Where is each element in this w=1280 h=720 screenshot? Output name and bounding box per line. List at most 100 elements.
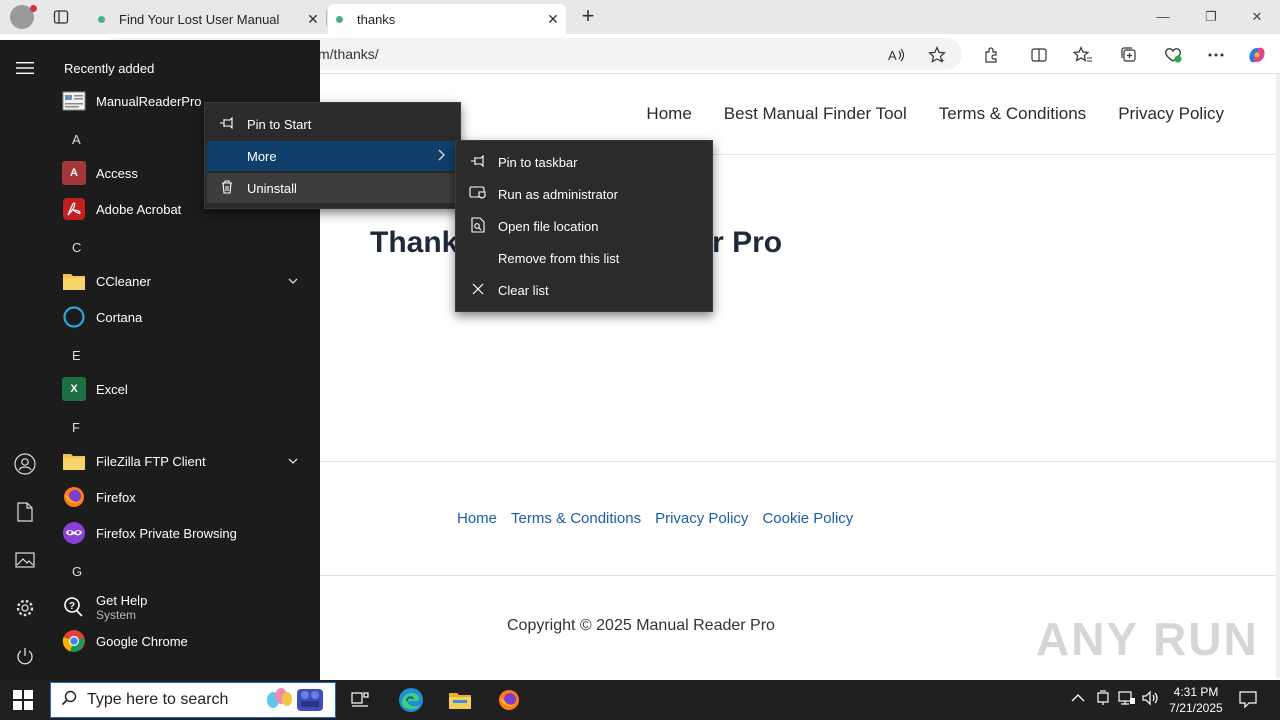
browser-essentials-icon[interactable] xyxy=(1162,44,1184,66)
site-nav-manual-finder[interactable]: Best Manual Finder Tool xyxy=(724,104,907,124)
tab-favicon-icon xyxy=(336,15,343,23)
notification-center-icon[interactable] xyxy=(1238,689,1258,712)
tab-thanks[interactable]: thanks ✕ xyxy=(328,4,566,34)
app-google-chrome[interactable]: Google Chrome xyxy=(62,625,312,657)
close-window-button[interactable]: ✕ xyxy=(1234,6,1280,28)
chevron-right-icon xyxy=(438,148,446,164)
windows-start-icon[interactable] xyxy=(13,690,33,710)
app-get-help[interactable]: ? Get Help System xyxy=(62,587,312,627)
read-aloud-icon[interactable]: A xyxy=(886,44,908,66)
app-ccleaner[interactable]: CCleaner xyxy=(62,265,312,297)
file-explorer-icon[interactable] xyxy=(446,686,474,714)
address-url[interactable]: m/thanks/ xyxy=(318,46,379,62)
copilot-icon[interactable] xyxy=(1246,44,1268,66)
favorites-icon[interactable] xyxy=(1072,44,1094,66)
profile-notification-dot xyxy=(30,5,37,12)
menu-item-run-as-admin[interactable]: Run as administrator xyxy=(458,179,710,209)
letter-header-c[interactable]: C xyxy=(72,240,81,255)
page-heading-left: Thank xyxy=(370,226,459,259)
menu-item-label: Clear list xyxy=(498,282,549,298)
footer-links: Home Terms & Conditions Privacy Policy C… xyxy=(457,510,853,527)
pictures-icon[interactable] xyxy=(12,547,38,573)
volume-icon[interactable] xyxy=(1142,690,1160,709)
firefox-taskbar-icon[interactable] xyxy=(495,686,523,714)
task-view-icon[interactable] xyxy=(346,686,374,714)
app-label: Cortana xyxy=(96,309,143,325)
tab-close-icon[interactable]: ✕ xyxy=(540,11,566,28)
split-screen-icon[interactable] xyxy=(1028,44,1050,66)
tab-find-manual[interactable]: Find Your Lost User Manual ✕ xyxy=(90,4,326,34)
svg-text:?: ? xyxy=(69,601,75,612)
search-placeholder: Type here to search xyxy=(87,691,229,708)
menu-item-more[interactable]: More xyxy=(207,141,458,171)
page-scrollbar[interactable] xyxy=(1276,74,1280,678)
menu-item-remove-from-list[interactable]: Remove from this list xyxy=(458,243,710,273)
documents-icon[interactable] xyxy=(12,499,38,525)
favorite-star-icon[interactable]: + xyxy=(926,44,948,66)
excel-icon-letter: X xyxy=(70,383,78,395)
tab-close-icon[interactable]: ✕ xyxy=(300,11,326,28)
footer-link-terms[interactable]: Terms & Conditions xyxy=(511,510,641,527)
site-nav-privacy[interactable]: Privacy Policy xyxy=(1118,104,1224,124)
menu-item-label: Remove from this list xyxy=(498,250,620,266)
menu-item-label: Pin to Start xyxy=(247,116,312,132)
hamburger-menu-icon[interactable] xyxy=(12,55,38,81)
menu-item-clear-list[interactable]: Clear list xyxy=(458,275,710,305)
new-tab-button[interactable]: + xyxy=(576,4,600,30)
tray-device-icon[interactable] xyxy=(1096,690,1110,709)
app-label-group: Get Help System xyxy=(96,593,147,622)
app-cortana[interactable]: Cortana xyxy=(62,301,312,333)
letter-header-g[interactable]: G xyxy=(72,564,82,579)
access-icon: A xyxy=(62,161,86,185)
minimize-button[interactable]: — xyxy=(1140,6,1186,28)
site-nav-home[interactable]: Home xyxy=(646,104,691,124)
pin-icon xyxy=(207,116,247,132)
app-excel[interactable]: X Excel xyxy=(62,373,312,405)
user-account-icon[interactable] xyxy=(12,451,38,477)
app-label: CCleaner xyxy=(96,273,151,289)
chevron-down-icon[interactable] xyxy=(288,276,298,287)
chevron-down-icon[interactable] xyxy=(288,456,298,467)
footer-link-cookie[interactable]: Cookie Policy xyxy=(762,510,853,527)
menu-item-label: Pin to taskbar xyxy=(498,154,578,170)
app-filezilla[interactable]: FileZilla FTP Client xyxy=(62,445,312,477)
letter-header-e[interactable]: E xyxy=(72,348,81,363)
chrome-icon xyxy=(62,629,86,653)
menu-item-open-file-location[interactable]: Open file location xyxy=(458,211,710,241)
power-icon[interactable] xyxy=(12,643,38,669)
firefox-private-icon xyxy=(62,521,86,545)
menu-item-pin-to-start[interactable]: Pin to Start xyxy=(207,109,458,139)
more-options-icon[interactable] xyxy=(1205,44,1227,66)
restore-button[interactable]: ❐ xyxy=(1188,6,1234,28)
tab-actions-icon[interactable] xyxy=(50,6,72,28)
collections-icon[interactable] xyxy=(1118,44,1140,66)
recently-added-heading: Recently added xyxy=(64,61,155,76)
app-firefox-private[interactable]: Firefox Private Browsing xyxy=(62,517,312,549)
app-sublabel: System xyxy=(96,607,137,622)
tab-separator xyxy=(326,10,327,26)
close-icon xyxy=(458,283,498,298)
app-label: FileZilla FTP Client xyxy=(96,453,206,469)
taskbar-clock[interactable]: 4:31 PM 7/21/2025 xyxy=(1160,684,1232,716)
anyrun-watermark: ANY RUN xyxy=(1036,613,1259,665)
menu-item-uninstall[interactable]: Uninstall xyxy=(207,173,458,203)
site-nav-terms[interactable]: Terms & Conditions xyxy=(939,104,1086,124)
menu-item-pin-to-taskbar[interactable]: Pin to taskbar xyxy=(458,147,710,177)
app-firefox[interactable]: Firefox xyxy=(62,481,312,513)
network-icon[interactable] xyxy=(1118,690,1136,709)
settings-gear-icon[interactable] xyxy=(12,595,38,621)
menu-item-label: Run as administrator xyxy=(498,186,618,202)
letter-header-a[interactable]: A xyxy=(72,132,81,147)
tray-chevron-up-icon[interactable] xyxy=(1071,690,1085,706)
file-location-icon xyxy=(458,216,498,236)
extensions-icon[interactable] xyxy=(980,44,1002,66)
letter-header-f[interactable]: F xyxy=(72,420,80,435)
excel-icon: X xyxy=(62,377,86,401)
app-label: Google Chrome xyxy=(96,633,188,649)
edge-taskbar-icon[interactable] xyxy=(397,686,425,714)
taskbar-search-box[interactable]: Type here to search xyxy=(50,682,336,718)
footer-link-home[interactable]: Home xyxy=(457,510,497,527)
footer-link-privacy[interactable]: Privacy Policy xyxy=(655,510,748,527)
menu-item-label: Open file location xyxy=(498,218,599,234)
menu-item-label: Uninstall xyxy=(247,180,297,196)
